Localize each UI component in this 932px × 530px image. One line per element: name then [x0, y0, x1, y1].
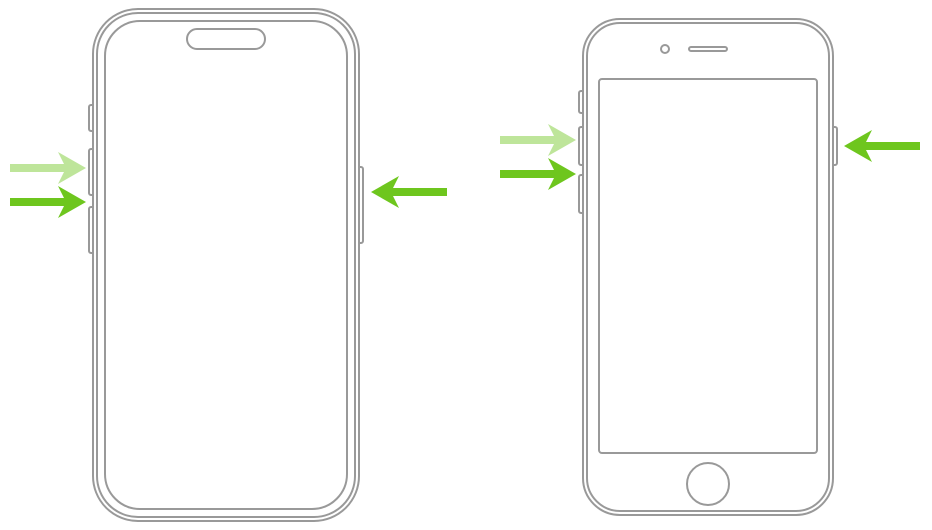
arrow-side-button-right-1	[365, 168, 451, 216]
front-camera	[660, 44, 670, 54]
screen	[598, 78, 818, 454]
arrow-side-button-right-2	[838, 122, 924, 170]
diagram-canvas	[0, 0, 932, 530]
home-button	[686, 462, 730, 506]
screen	[104, 20, 348, 510]
dynamic-island	[186, 28, 266, 50]
iphone-faceid	[92, 8, 360, 522]
arrow-volume-buttons-left-2	[496, 112, 582, 198]
arrow-volume-buttons-left-1	[6, 140, 92, 226]
iphone-homebutton	[582, 18, 834, 516]
earpiece-speaker	[688, 46, 728, 52]
